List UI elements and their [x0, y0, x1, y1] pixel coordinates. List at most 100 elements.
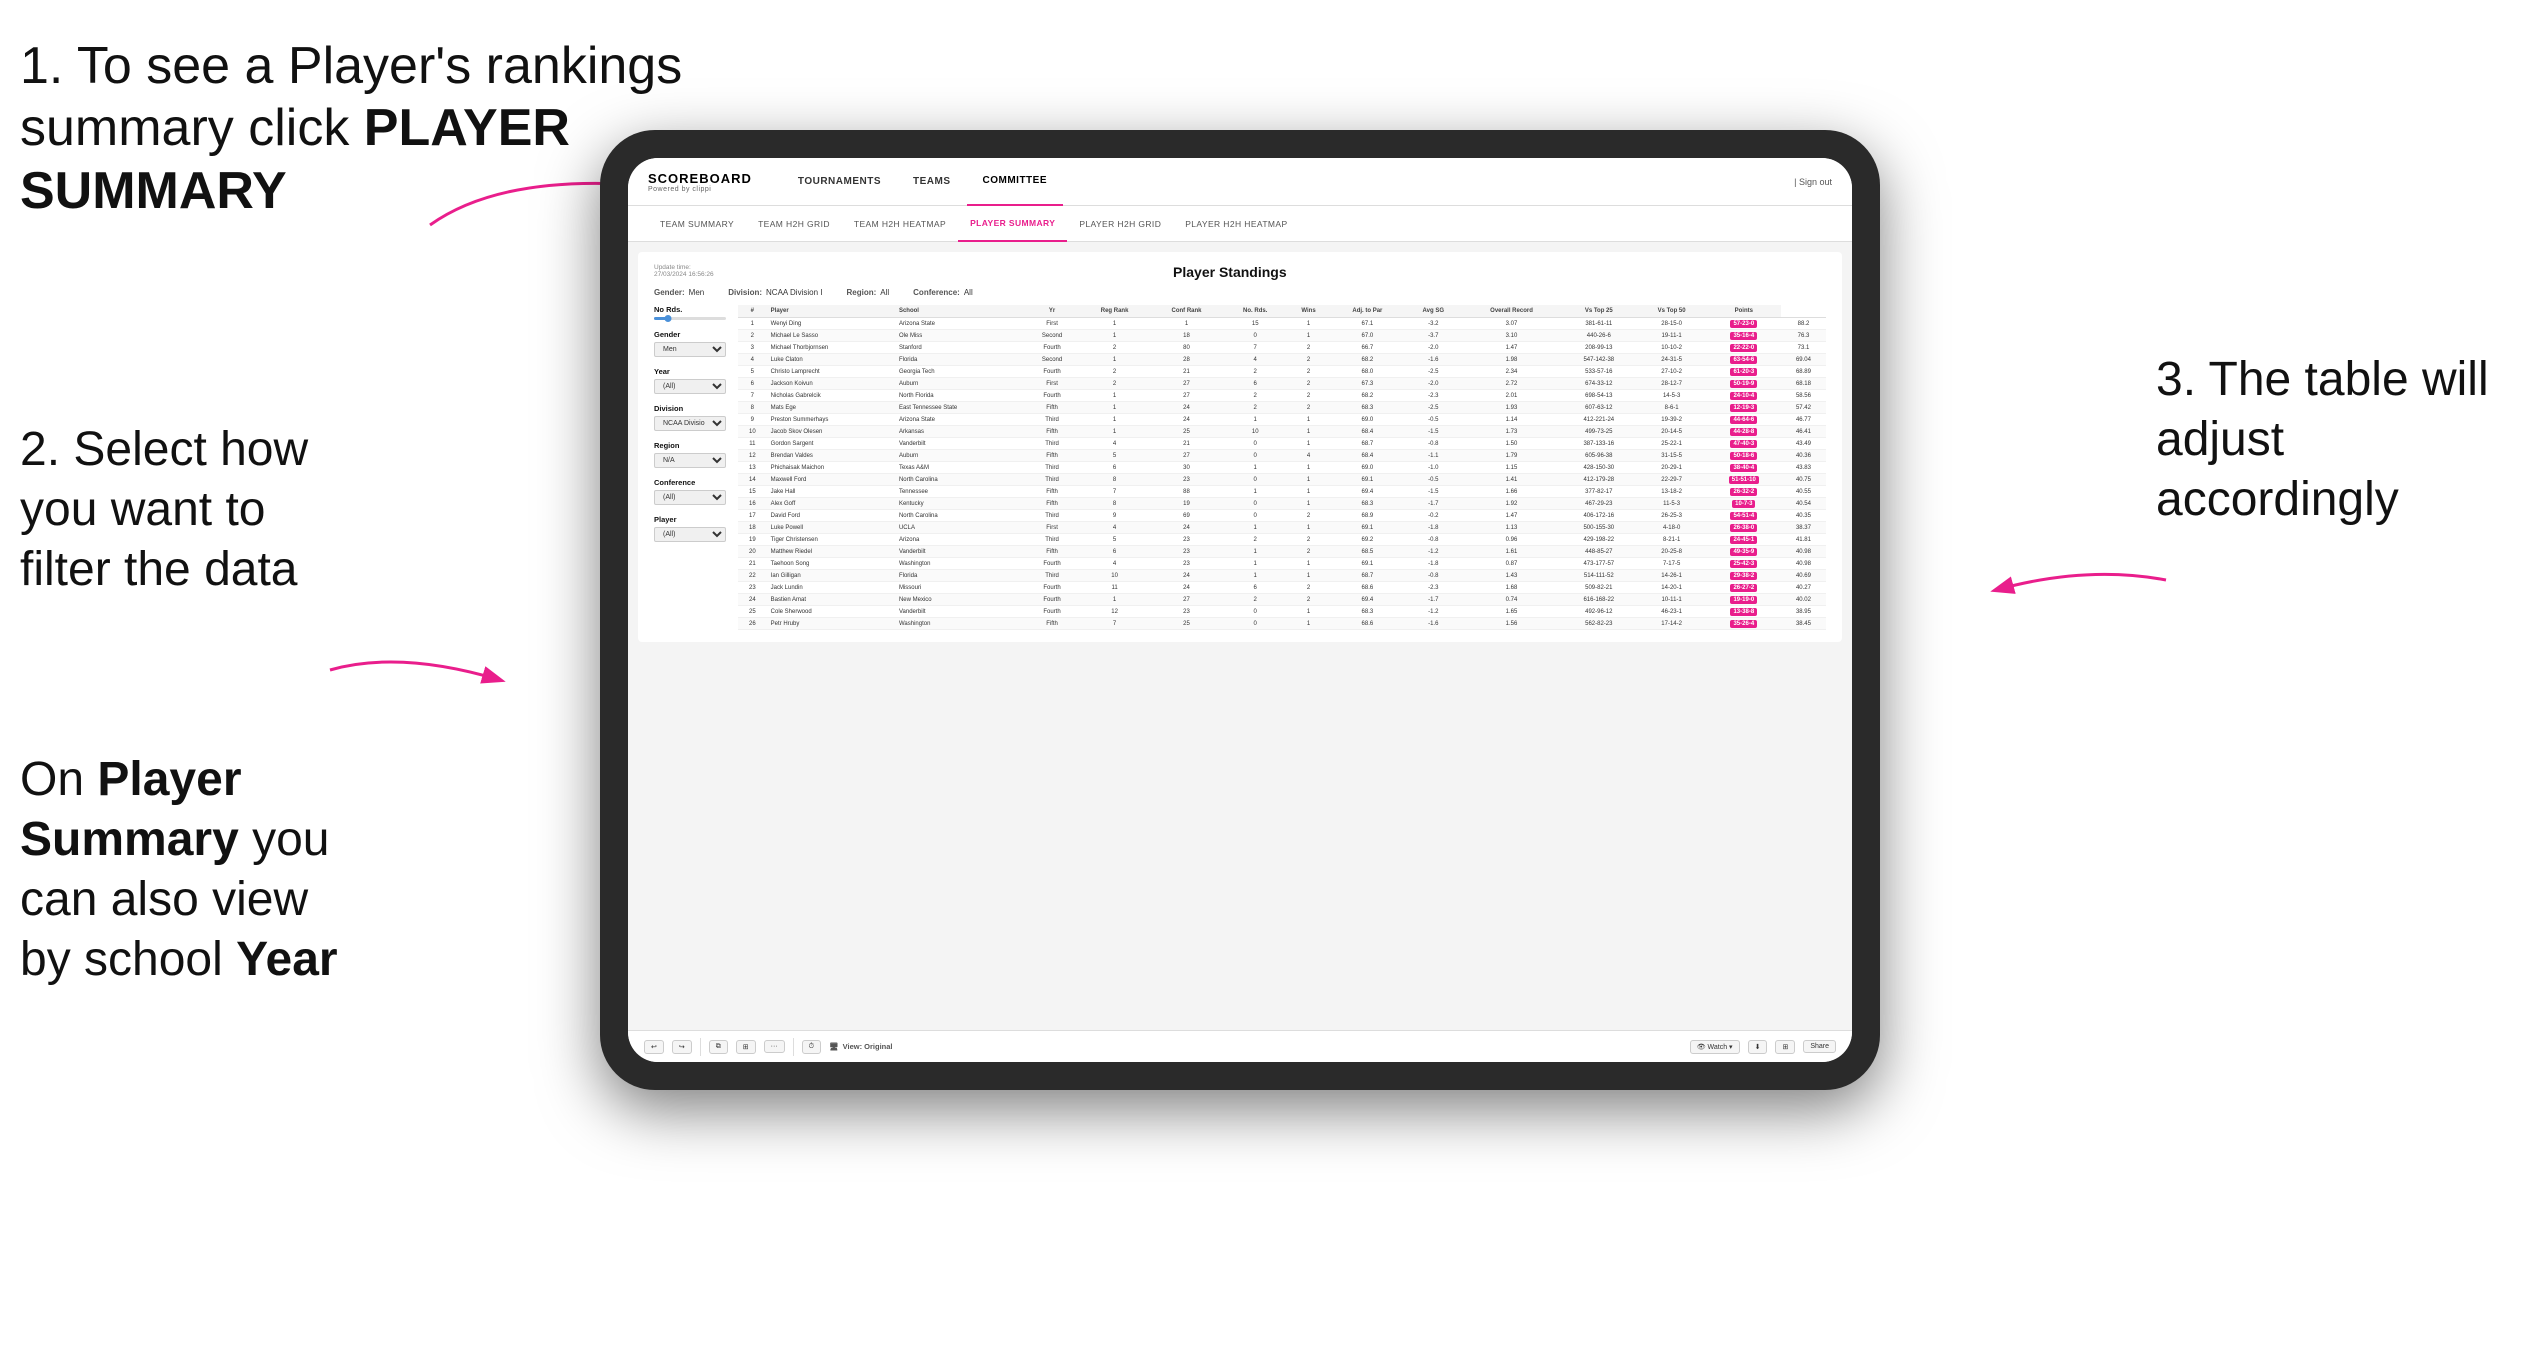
tablet-device: SCOREBOARD Powered by clippi TOURNAMENTS… — [600, 130, 1880, 1090]
bottom-toolbar: ↩ ↪ ⧉ ⊞ ··· ⏱ 🖥 View: Original 👁 Watch ▾… — [628, 1030, 1852, 1062]
sidebar-year-select[interactable]: (All) First Second Third Fourth Fifth — [654, 379, 726, 394]
update-time-section: Update time: 27/03/2024 16:56:26 — [654, 264, 714, 278]
app-logo: SCOREBOARD Powered by clippi — [648, 171, 752, 193]
col-vs50: Vs Top 50 — [1637, 305, 1707, 318]
more-btn[interactable]: ··· — [764, 1040, 785, 1053]
view-icon: 🖥 — [829, 1042, 839, 1051]
redo-btn[interactable]: ↪ — [672, 1040, 692, 1054]
table-header: # Player School Yr Reg Rank Conf Rank No… — [738, 305, 1826, 318]
no-rds-slider[interactable] — [654, 317, 726, 320]
filter-region: Region: All — [846, 288, 889, 297]
table-row: 5Christo LamprechtGeorgia TechFourth2212… — [738, 366, 1826, 378]
table-row: 17David FordNorth CarolinaThird9690268.9… — [738, 510, 1826, 522]
filter-region-value: All — [880, 288, 889, 297]
main-content: Update time: 27/03/2024 16:56:26 Player … — [628, 242, 1852, 1030]
table-row: 14Maxwell FordNorth CarolinaThird8230169… — [738, 474, 1826, 486]
sub-nav-team-h2h-heatmap[interactable]: TEAM H2H HEATMAP — [842, 206, 958, 242]
sign-out-link[interactable]: | Sign out — [1794, 177, 1832, 187]
copy-btn[interactable]: ⧉ — [709, 1040, 728, 1054]
table-row: 16Alex GoffKentuckyFifth8190168.3-1.71.9… — [738, 498, 1826, 510]
app-logo-title: SCOREBOARD — [648, 171, 752, 186]
standings-panel: Update time: 27/03/2024 16:56:26 Player … — [638, 252, 1842, 642]
annotation-step2: 2. Select how you want to filter the dat… — [20, 420, 340, 600]
grid-btn[interactable]: ⊞ — [1775, 1040, 1795, 1054]
filter-row: Gender: Men Division: NCAA Division I Re… — [654, 288, 1826, 297]
sidebar-player-select[interactable]: (All) — [654, 527, 726, 542]
sidebar-division-select[interactable]: NCAA Division I NCAA Division II NCAA Di… — [654, 416, 726, 431]
sidebar-gender-label: Gender — [654, 330, 726, 339]
col-adj: Adj. to Par — [1330, 305, 1404, 318]
annotation-step3: 3. The table will adjust accordingly — [2156, 350, 2496, 530]
table-row: 6Jackson KoivunAuburnFirst2276267.3-2.02… — [738, 378, 1826, 390]
paste-btn[interactable]: ⊞ — [736, 1040, 756, 1054]
arrow-step3 — [1986, 550, 2186, 610]
sidebar-gender-select[interactable]: Men Women — [654, 342, 726, 357]
col-yr: Yr — [1024, 305, 1079, 318]
col-player: Player — [767, 305, 895, 318]
nav-right: | Sign out — [1794, 177, 1832, 187]
nav-teams[interactable]: TEAMS — [897, 158, 967, 206]
table-row: 15Jake HallTennesseeFifth7881169.4-1.51.… — [738, 486, 1826, 498]
sub-nav: TEAM SUMMARY TEAM H2H GRID TEAM H2H HEAT… — [628, 206, 1852, 242]
table-row: 1Wenyi DingArizona StateFirst1115167.1-3… — [738, 318, 1826, 330]
sub-nav-player-summary[interactable]: PLAYER SUMMARY — [958, 206, 1067, 242]
nav-committee[interactable]: COMMITTEE — [967, 158, 1064, 206]
table-row: 8Mats EgeEast Tennessee StateFifth124226… — [738, 402, 1826, 414]
table-row: 13Phichaisak MaichonTexas A&MThird630116… — [738, 462, 1826, 474]
update-time: 27/03/2024 16:56:26 — [654, 271, 714, 278]
filter-conference: Conference: All — [913, 288, 973, 297]
sidebar-gender-section: Gender Men Women — [654, 330, 726, 357]
table-row: 18Luke PowellUCLAFirst4241169.1-1.81.135… — [738, 522, 1826, 534]
sidebar-no-rds-label: No Rds. — [654, 305, 726, 314]
table-row: 9Preston SummerhaysArizona StateThird124… — [738, 414, 1826, 426]
sidebar-conference-label: Conference — [654, 478, 726, 487]
sub-nav-team-h2h-grid[interactable]: TEAM H2H GRID — [746, 206, 842, 242]
filter-division-label: Division: — [728, 288, 762, 297]
col-avg-sg: Avg SG — [1405, 305, 1463, 318]
filter-division-value: NCAA Division I — [766, 288, 822, 297]
watch-btn[interactable]: 👁 Watch ▾ — [1690, 1040, 1740, 1054]
table-row: 19Tiger ChristensenArizonaThird5232269.2… — [738, 534, 1826, 546]
panel-body: No Rds. Gender Men — [654, 305, 1826, 630]
filter-conference-value: All — [964, 288, 973, 297]
view-mode: 🖥 View: Original — [829, 1042, 892, 1051]
sub-nav-player-h2h-heatmap[interactable]: PLAYER H2H HEATMAP — [1173, 206, 1299, 242]
view-label: View: Original — [843, 1042, 893, 1051]
sidebar-conference-select[interactable]: (All) — [654, 490, 726, 505]
table-row: 3Michael ThorbjornsenStanfordFourth28072… — [738, 342, 1826, 354]
table-row: 7Nicholas GabrelcikNorth FloridaFourth12… — [738, 390, 1826, 402]
filter-gender-value: Men — [689, 288, 705, 297]
download-btn[interactable]: ⬇ — [1748, 1040, 1768, 1054]
annotation-bottomleft: On PlayerSummary you can also view by sc… — [20, 750, 360, 990]
col-no-rds: No. Rds. — [1224, 305, 1287, 318]
panel-title: Player Standings — [714, 264, 1746, 280]
col-reg-rank: Reg Rank — [1080, 305, 1150, 318]
col-conf-rank: Conf Rank — [1149, 305, 1223, 318]
app-logo-sub: Powered by clippi — [648, 186, 752, 193]
sub-nav-player-h2h-grid[interactable]: PLAYER H2H GRID — [1067, 206, 1173, 242]
share-btn[interactable]: Share — [1803, 1040, 1836, 1053]
sub-nav-team-summary[interactable]: TEAM SUMMARY — [648, 206, 746, 242]
sidebar-player-section: Player (All) — [654, 515, 726, 542]
table-row: 20Matthew RiedelVanderbiltFifth6231268.5… — [738, 546, 1826, 558]
col-points: Points — [1707, 305, 1781, 318]
sidebar-year-label: Year — [654, 367, 726, 376]
sidebar-conference-section: Conference (All) — [654, 478, 726, 505]
undo-btn[interactable]: ↩ — [644, 1040, 664, 1054]
table-row: 22Ian GilliganFloridaThird10241168.7-0.8… — [738, 570, 1826, 582]
nav-tournaments[interactable]: TOURNAMENTS — [782, 158, 897, 206]
toolbar-right: 👁 Watch ▾ ⬇ ⊞ Share — [1690, 1040, 1836, 1054]
sidebar-region-select[interactable]: N/A All — [654, 453, 726, 468]
data-table-wrap: # Player School Yr Reg Rank Conf Rank No… — [738, 305, 1826, 630]
app-header: SCOREBOARD Powered by clippi TOURNAMENTS… — [628, 158, 1852, 206]
filter-conference-label: Conference: — [913, 288, 960, 297]
table-row: 21Taehoon SongWashingtonFourth4231169.1-… — [738, 558, 1826, 570]
table-row: 12Brendan ValdesAuburnFifth5270468.4-1.1… — [738, 450, 1826, 462]
table-row: 2Michael Le SassoOle MissSecond1180167.0… — [738, 330, 1826, 342]
sidebar-region-label: Region — [654, 441, 726, 450]
table-row: 24Bastien AmatNew MexicoFourth1272269.4-… — [738, 594, 1826, 606]
main-nav: TOURNAMENTS TEAMS COMMITTEE — [782, 158, 1794, 206]
table-row: 11Gordon SargentVanderbiltThird4210168.7… — [738, 438, 1826, 450]
clock-btn[interactable]: ⏱ — [802, 1040, 821, 1054]
col-wins: Wins — [1287, 305, 1331, 318]
